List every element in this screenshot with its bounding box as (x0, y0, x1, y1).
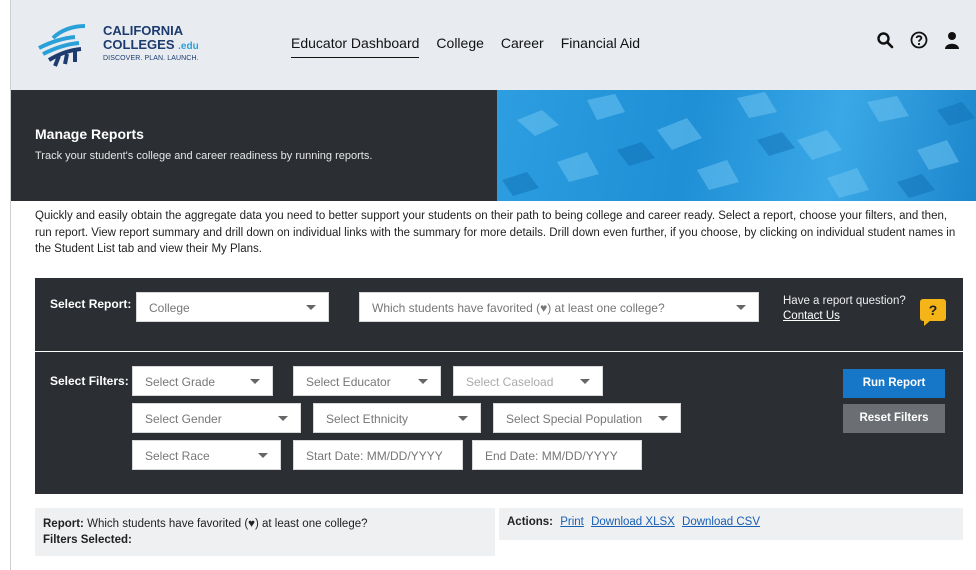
main-nav: Educator Dashboard College Career Financ… (291, 35, 640, 58)
educator-select-value: Select Educator (306, 375, 391, 389)
race-select-value: Select Race (145, 449, 210, 463)
logo-edu: .edu (178, 41, 199, 52)
grade-select[interactable]: Select Grade (132, 366, 273, 396)
educator-select[interactable]: Select Educator (293, 366, 441, 396)
report-selector-panel: Select Report: College Which students ha… (35, 278, 963, 351)
page-title: Manage Reports (35, 126, 144, 142)
filters-panel: Select Filters: Select Grade Select Educ… (35, 352, 963, 494)
nav-financial-aid[interactable]: Financial Aid (561, 35, 640, 58)
start-date-field[interactable]: Start Date: MM/DD/YYYY (293, 440, 463, 470)
chevron-down-icon (658, 416, 668, 421)
chevron-down-icon (458, 416, 468, 421)
question-badge-icon: ? (920, 299, 946, 326)
chevron-down-icon (250, 379, 260, 384)
header-actions (876, 31, 960, 49)
graduation-caps-image (497, 90, 976, 201)
run-report-button[interactable]: Run Report (843, 369, 945, 398)
search-icon[interactable] (876, 31, 894, 49)
report-actions: Actions: Print Download XLSX Download CS… (499, 508, 963, 540)
chevron-down-icon (278, 416, 288, 421)
special-population-select-value: Select Special Population (506, 412, 643, 426)
page-banner: Manage Reports Track your student's coll… (11, 90, 976, 201)
report-question-value: Which students have favorited (♥) at lea… (372, 301, 665, 315)
report-help-text: Have a report question? (783, 295, 906, 307)
summary-report-label: Report: (43, 518, 84, 530)
help-icon[interactable] (910, 31, 928, 49)
caseload-select-value: Select Caseload (466, 375, 554, 389)
start-date-placeholder: Start Date: MM/DD/YYYY (306, 449, 443, 463)
nav-educator-dashboard[interactable]: Educator Dashboard (291, 35, 420, 58)
summary-filters-label: Filters Selected: (43, 534, 132, 546)
top-header: CALIFORNIA COLLEGES .edu DISCOVER. PLAN.… (11, 0, 976, 90)
ethnicity-select[interactable]: Select Ethnicity (313, 403, 481, 433)
gender-select[interactable]: Select Gender (132, 403, 301, 433)
end-date-field[interactable]: End Date: MM/DD/YYYY (472, 440, 642, 470)
logo-tagline: DISCOVER. PLAN. LAUNCH. (103, 55, 199, 62)
chevron-down-icon (258, 453, 268, 458)
logo-mark-icon (38, 24, 86, 67)
download-csv-link[interactable]: Download CSV (682, 516, 760, 528)
end-date-placeholder: End Date: MM/DD/YYYY (485, 449, 618, 463)
nav-college[interactable]: College (436, 35, 483, 58)
caps-pattern (502, 92, 975, 198)
page: CALIFORNIA COLLEGES .edu DISCOVER. PLAN.… (0, 0, 976, 570)
select-filters-label: Select Filters: (50, 374, 129, 388)
logo-wordmark: CALIFORNIA COLLEGES .edu (103, 24, 199, 54)
caseload-select[interactable]: Select Caseload (453, 366, 603, 396)
ethnicity-select-value: Select Ethnicity (326, 412, 409, 426)
reset-filters-button[interactable]: Reset Filters (843, 404, 945, 433)
page-subtitle: Track your student's college and career … (35, 150, 373, 162)
logo-line-2: COLLEGES (103, 37, 175, 52)
download-xlsx-link[interactable]: Download XLSX (591, 516, 675, 528)
site-logo[interactable]: CALIFORNIA COLLEGES .edu DISCOVER. PLAN.… (35, 20, 205, 70)
chevron-down-icon (580, 379, 590, 384)
summary-report-value: Which students have favorited (♥) at lea… (87, 518, 368, 530)
report-question-select[interactable]: Which students have favorited (♥) at lea… (359, 292, 759, 322)
intro-text: Quickly and easily obtain the aggregate … (35, 210, 956, 255)
logo-line-1: CALIFORNIA (103, 23, 184, 38)
select-report-label: Select Report: (50, 297, 132, 311)
print-link[interactable]: Print (560, 516, 584, 528)
report-summary: Report: Which students have favorited (♥… (35, 508, 495, 556)
special-population-select[interactable]: Select Special Population (493, 403, 681, 433)
contact-us-link[interactable]: Contact Us (783, 309, 906, 324)
chevron-down-icon (418, 379, 428, 384)
user-icon[interactable] (944, 31, 960, 49)
gender-select-value: Select Gender (145, 412, 222, 426)
nav-career[interactable]: Career (501, 35, 544, 58)
chevron-down-icon (306, 305, 316, 310)
chevron-down-icon (736, 305, 746, 310)
actions-label: Actions: (507, 516, 553, 528)
grade-select-value: Select Grade (145, 375, 216, 389)
report-help: Have a report question? Contact Us (783, 294, 906, 324)
report-category-select[interactable]: College (136, 292, 329, 322)
report-category-value: College (149, 301, 190, 315)
race-select[interactable]: Select Race (132, 440, 281, 470)
